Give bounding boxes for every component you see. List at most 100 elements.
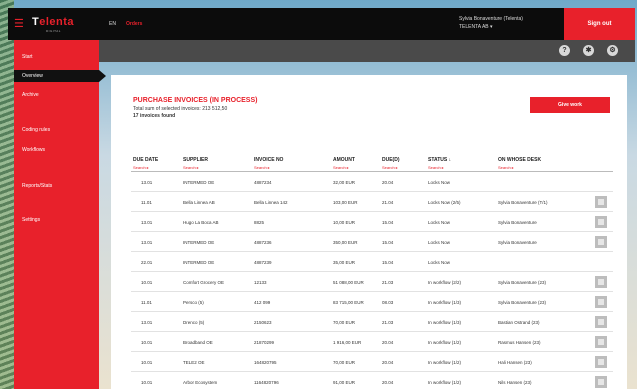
language-link[interactable]: EN [109, 21, 116, 27]
user-company: TELENTA AB ▾ [459, 24, 493, 30]
table-row[interactable]: 13.01 INTERMED OE 4887234 32,00 EUR 20.04 Loc… [131, 173, 613, 192]
user-name: Sylvia Bonaventure (Telenta) [459, 16, 523, 22]
row-due-date: 22.01 [141, 260, 153, 265]
row-select-checkbox[interactable] [595, 216, 607, 228]
column-header-status[interactable]: STATUS ↓ [428, 157, 451, 163]
row-due-date: 13.01 [141, 320, 153, 325]
row-supplier: Comfort Grocery OE [183, 280, 225, 285]
row-desk: Sylvia Bonaventure [498, 240, 537, 245]
row-due: 21.04 [382, 200, 394, 205]
row-supplier: Hugo La Boca AB [183, 220, 219, 225]
row-due: 15.04 [382, 240, 394, 245]
menu-icon[interactable]: ☰ [14, 19, 24, 30]
row-status: Locks Now [428, 240, 451, 245]
row-status: Locks Now [428, 220, 451, 225]
sidebar-item-start[interactable]: Start [14, 51, 99, 63]
row-invoice-no: 21870299 [254, 340, 275, 345]
row-due: 20.04 [382, 180, 394, 185]
sidebar-item-coding-rules[interactable]: Coding rules [14, 124, 99, 136]
column-header-supplier[interactable]: SUPPLIER [183, 157, 208, 163]
row-select-checkbox[interactable] [595, 336, 607, 348]
row-due-date: 11.01 [141, 200, 152, 205]
table-row[interactable]: 22.01 INTERMED OE 4887239 35,00 EUR 15.04 Loc… [131, 253, 613, 272]
row-invoice-no: 4887236 [254, 240, 272, 245]
row-status: In workflow (1/2) [428, 380, 462, 385]
search-desk[interactable]: Search ▸ [498, 165, 514, 170]
top-bar: ☰ Telenta DIGITAL EN Orders Sylvia Bonav… [8, 8, 635, 40]
sidebar-item-reports[interactable]: Reports/Stats [14, 180, 99, 192]
row-select-checkbox[interactable] [595, 296, 607, 308]
row-select-checkbox[interactable] [595, 356, 607, 368]
sidebar-item-settings[interactable]: Settings [14, 214, 99, 226]
sidebar-item-archive[interactable]: Archive [14, 89, 99, 101]
row-due: 20.04 [382, 340, 394, 345]
row-status: Locks Now [428, 180, 451, 185]
column-header-due[interactable]: DUE(D) [382, 157, 400, 163]
nav-orders[interactable]: Orders [126, 21, 142, 27]
row-amount: 35,00 EUR [333, 260, 356, 265]
logo-accent: elenta [39, 16, 75, 28]
logo[interactable]: Telenta [32, 16, 74, 28]
column-header-desk[interactable]: ON WHOSE DESK [498, 157, 541, 163]
column-header-due-date[interactable]: DUE DATE [133, 157, 158, 163]
table-row[interactable]: 11.01 Bella Linnea AB Bella Linnea 142 103,… [131, 193, 613, 212]
give-work-button[interactable]: Give work [530, 97, 610, 113]
page-title: PURCHASE INVOICES (IN PROCESS) [133, 97, 258, 104]
row-amount: 350,00 EUR [333, 240, 358, 245]
row-due: 20.04 [382, 380, 394, 385]
row-amount: 91,00 EUR [333, 380, 356, 385]
row-supplier: INTERMED OE [183, 240, 215, 245]
search-supplier[interactable]: Search ▸ [183, 165, 199, 170]
row-invoice-no: 4887234 [254, 180, 272, 185]
row-supplier: TELE2 OE [183, 360, 205, 365]
row-status: Locks Now [428, 260, 451, 265]
table-row[interactable]: 10.01 TELE2 OE 164820795 70,00 EUR 20.04 In w… [131, 353, 613, 372]
search-due[interactable]: Search ▸ [382, 165, 398, 170]
table-row[interactable]: 10.01 Arbor Ecosystem 1164820796 91,00 EUR 2… [131, 373, 613, 389]
row-due: 15.04 [382, 220, 394, 225]
table-row[interactable]: 11.01 Persco (5) 412 099 83 715,00 EUR 08.03… [131, 293, 613, 312]
row-status: In workflow (1/3) [428, 300, 462, 305]
column-header-invoice-no[interactable]: INVOICE NO [254, 157, 283, 163]
sidebar-item-overview[interactable]: Overview [14, 70, 106, 82]
table-row[interactable]: 10.01 Broadband OE 21870299 1 916,00 EUR 20.… [131, 333, 613, 352]
row-status: In workflow (1/3) [428, 320, 462, 325]
search-invoice-no[interactable]: Search ▸ [254, 165, 270, 170]
row-due: 15.04 [382, 260, 394, 265]
row-invoice-no: 4887239 [254, 260, 272, 265]
row-desk: Bastian Ostrand (23) [498, 320, 540, 325]
row-supplier: INTERMED OE [183, 180, 215, 185]
row-select-checkbox[interactable] [595, 196, 607, 208]
table-row[interactable]: 13.01 Hugo La Boca AB 8825 10,00 EUR 15.04 Lo… [131, 213, 613, 232]
column-header-amount[interactable]: AMOUNT [333, 157, 355, 163]
row-due-date: 13.01 [141, 220, 153, 225]
sidebar-item-workflows[interactable]: Workflows [14, 144, 99, 156]
row-select-checkbox[interactable] [595, 236, 607, 248]
row-invoice-no: 2150623 [254, 320, 272, 325]
row-due: 20.04 [382, 360, 394, 365]
row-amount: 1 916,00 EUR [333, 340, 362, 345]
row-due: 21.03 [382, 320, 394, 325]
logout-button[interactable]: Sign out [564, 8, 635, 40]
row-select-checkbox[interactable] [595, 376, 607, 388]
row-due-date: 11.01 [141, 300, 152, 305]
gear-icon[interactable]: ⚙ [607, 45, 618, 56]
row-select-checkbox[interactable] [595, 276, 607, 288]
user-menu[interactable]: Sylvia Bonaventure (Telenta) TELENTA AB … [459, 15, 523, 31]
table-row[interactable]: 10.01 Comfort Grocery OE 12133 51 088,00 EU… [131, 273, 613, 292]
row-amount: 51 088,00 EUR [333, 280, 364, 285]
row-due-date: 13.01 [141, 180, 153, 185]
settings-icon[interactable]: ✱ [583, 45, 594, 56]
row-invoice-no: 8825 [254, 220, 265, 225]
row-amount: 32,00 EUR [333, 180, 356, 185]
search-amount[interactable]: Search ▸ [333, 165, 349, 170]
row-select-checkbox[interactable] [595, 316, 607, 328]
search-status[interactable]: Search ▸ [428, 165, 444, 170]
row-amount: 70,00 EUR [333, 360, 356, 365]
table-row[interactable]: 13.01 INTERMED OE 4887236 350,00 EUR 15.04 Lo… [131, 233, 613, 252]
background-palm [0, 0, 14, 389]
table-row[interactable]: 13.01 Drenco (5) 2150623 70,00 EUR 21.03 In w… [131, 313, 613, 332]
help-icon[interactable]: ? [559, 45, 570, 56]
search-due-date[interactable]: Search ▸ [133, 165, 149, 170]
row-amount: 70,00 EUR [333, 320, 356, 325]
